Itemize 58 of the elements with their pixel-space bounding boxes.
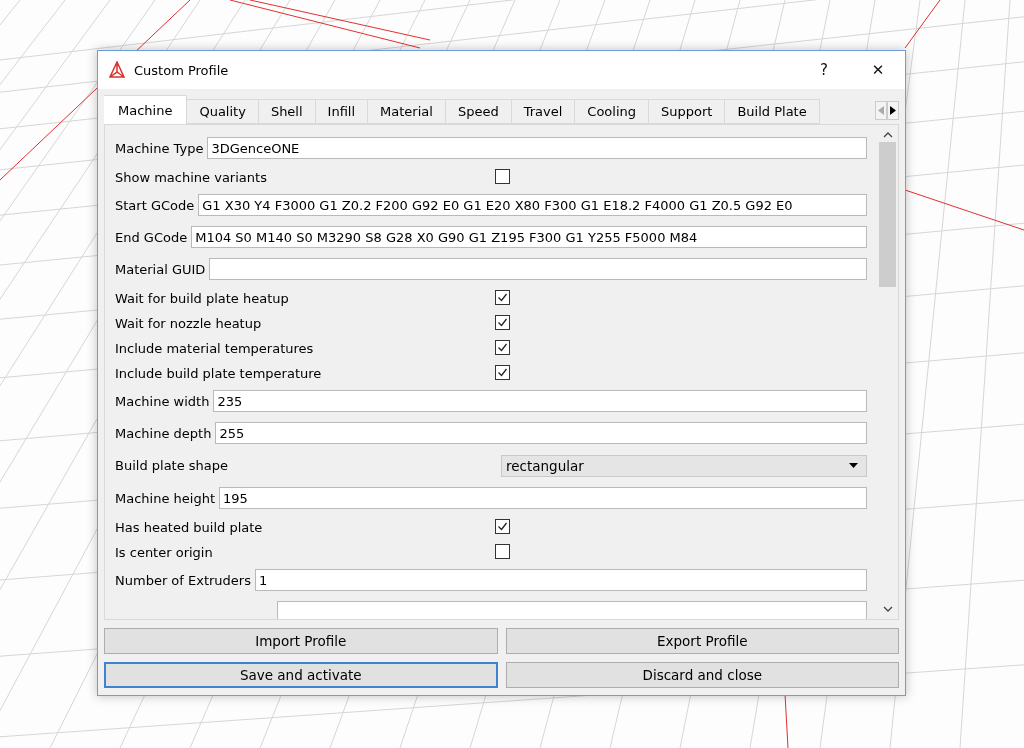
text-field[interactable]: 235	[213, 390, 867, 412]
tab[interactable]: Cooling	[574, 99, 650, 124]
text-field[interactable]: M104 S0 M140 S0 M3290 S8 G28 X0 G90 G1 Z195 F300 G1 Y255 F5000 M84	[191, 226, 867, 248]
setting-label: Number of Extruders	[115, 572, 251, 588]
checkbox[interactable]	[495, 544, 510, 559]
setting-label: Show machine variants	[115, 170, 267, 185]
logo-icon	[108, 61, 126, 79]
close-button[interactable]: ✕	[851, 51, 905, 89]
setting-label: Wait for nozzle heatup	[115, 316, 262, 331]
text-field[interactable]: 255	[215, 422, 867, 444]
left-arrow-icon	[878, 106, 884, 115]
setting-label: Include material temperatures	[115, 341, 314, 356]
setting-label: Has heated build plate	[115, 520, 263, 535]
scroll-right-button[interactable]	[887, 101, 899, 120]
tab[interactable]: Machine	[104, 95, 188, 124]
setting-label: Machine Type	[115, 140, 204, 156]
text-field[interactable]: 1	[255, 569, 867, 591]
setting-label: Wait for build plate heatup	[115, 291, 289, 306]
checkbox[interactable]	[495, 290, 510, 305]
setting-label: Machine height	[115, 490, 215, 506]
checkbox[interactable]	[495, 169, 510, 184]
help-button[interactable]: ?	[797, 51, 851, 89]
dialog-button[interactable]: Import Profile	[104, 628, 498, 654]
setting-label: Is center origin	[115, 545, 213, 560]
setting-label: Machine width	[115, 393, 210, 409]
scrollbar-thumb[interactable]	[879, 142, 896, 287]
tab[interactable]: Travel	[510, 99, 576, 124]
tab[interactable]: Shell	[257, 99, 316, 124]
text-field[interactable]: 195	[219, 487, 867, 509]
tab[interactable]: Build Plate	[724, 99, 820, 124]
setting-label: Build plate shape	[115, 458, 229, 473]
setting-label: Start GCode	[115, 197, 195, 213]
scroll-down-icon	[882, 606, 893, 613]
checkbox[interactable]	[495, 340, 510, 355]
dialog-button[interactable]: Discard and close	[505, 662, 899, 688]
text-field[interactable]	[277, 601, 867, 619]
tab[interactable]: Speed	[444, 99, 512, 124]
text-field[interactable]: G1 X30 Y4 F3000 G1 Z0.2 F200 G92 E0 G1 E20 X80 F300 G1 E18.2 F4000 G1 Z0.5 G92 E0	[198, 194, 867, 216]
text-field[interactable]	[209, 258, 867, 280]
dialog-button[interactable]: Export Profile	[505, 628, 899, 654]
right-arrow-icon	[890, 106, 896, 115]
setting-label: Include build plate temperature	[115, 366, 322, 381]
text-field[interactable]: 3DGenceONE	[207, 137, 867, 159]
dropdown[interactable]: rectangular	[501, 454, 867, 477]
tab[interactable]: Support	[648, 99, 726, 124]
setting-label: Material GUID	[115, 261, 206, 277]
dropdown-arrow-icon	[849, 463, 858, 468]
tab[interactable]: Infill	[314, 99, 369, 124]
window-title: Custom Profile	[134, 62, 230, 78]
checkbox[interactable]	[495, 519, 510, 534]
checkbox[interactable]	[495, 365, 510, 380]
tab[interactable]: Material	[367, 99, 446, 124]
checkbox[interactable]	[495, 315, 510, 330]
scroll-up-icon	[882, 131, 893, 138]
dialog-button[interactable]: Save and activate	[104, 662, 498, 688]
setting-label: Machine depth	[115, 425, 212, 441]
tab[interactable]: Quality	[186, 99, 259, 124]
setting-label: End GCode	[115, 229, 188, 245]
